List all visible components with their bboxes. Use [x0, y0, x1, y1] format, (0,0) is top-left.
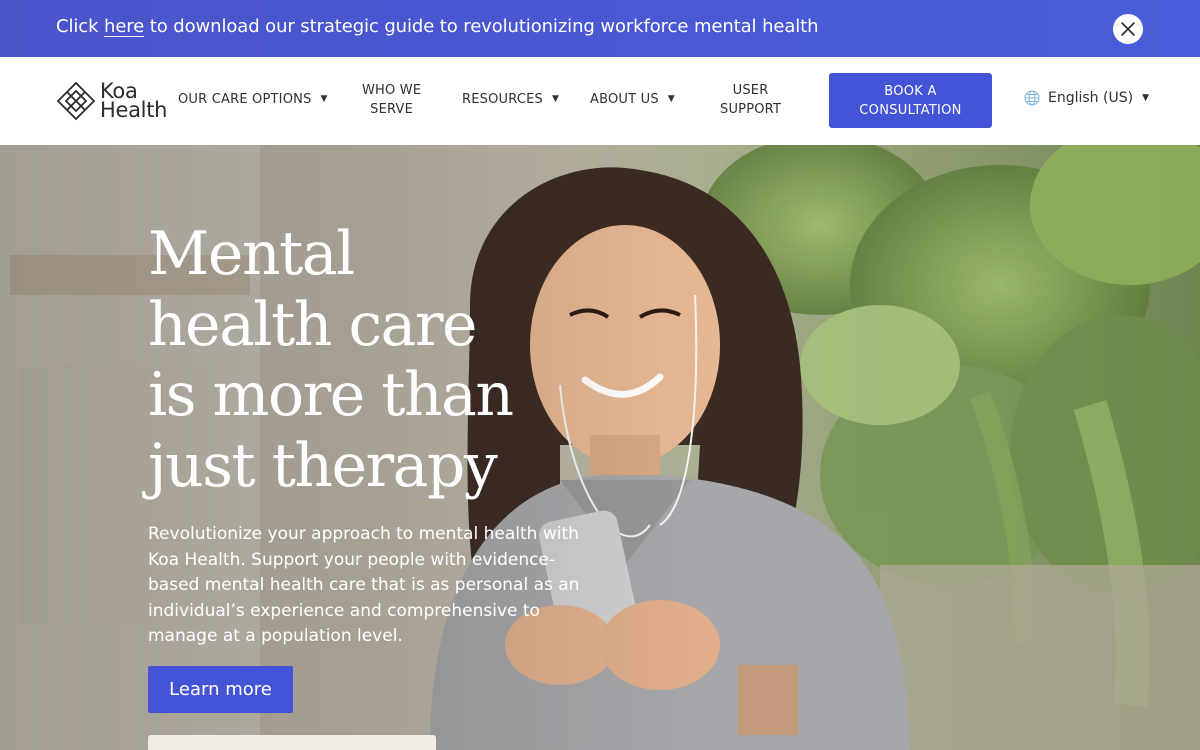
chevron-down-icon: ▼ [551, 94, 560, 104]
hero-title: Mental health care is more than just the… [148, 219, 568, 501]
nav-who-we-serve-line-2: SERVE [370, 102, 414, 117]
hero-title-line: is more than [148, 360, 514, 430]
hero-bottom-card [148, 735, 436, 750]
language-selector[interactable]: English (US) ▼ [1024, 90, 1149, 106]
nav-user-support-line-1: USER [732, 83, 769, 98]
chevron-down-icon: ▼ [1142, 93, 1149, 103]
chevron-down-icon: ▼ [667, 94, 675, 104]
book-consultation-line-1: BOOK A [884, 83, 937, 99]
nav-resources[interactable]: RESOURCES ▼ [462, 90, 559, 109]
nav-our-care-options[interactable]: OUR CARE OPTIONS ▼ [178, 90, 328, 109]
book-consultation-button[interactable]: BOOK A CONSULTATION [829, 73, 992, 128]
koa-logo-mark-icon [56, 81, 96, 121]
nav-who-we-serve-line-1: WHO WE [362, 83, 422, 98]
hero-title-line: just therapy [148, 430, 498, 501]
banner-suffix: to download our strategic guide to revol… [144, 16, 819, 37]
hero-description: Revolutionize your approach to mental he… [148, 524, 580, 646]
chevron-down-icon: ▼ [320, 94, 328, 104]
globe-icon [1024, 90, 1040, 106]
koa-health-logo[interactable]: Koa Health [56, 80, 167, 122]
nav-our-care-options-label: OUR CARE OPTIONS [178, 92, 312, 107]
hero-title-line: Mental [148, 219, 355, 289]
banner-download-link[interactable]: here [104, 16, 144, 37]
logo-wordmark: Koa Health [100, 81, 168, 122]
logo-line-2: Health [100, 98, 168, 122]
banner-text: Click here to download our strategic gui… [56, 16, 819, 37]
hero-title-line: health care [148, 289, 478, 360]
nav-resources-label: RESOURCES [462, 92, 543, 107]
banner-close-button[interactable] [1113, 14, 1143, 44]
hero-section: Mental health care is more than just the… [0, 145, 1200, 750]
nav-who-we-serve[interactable]: WHO WE SERVE [362, 81, 421, 119]
close-icon [1121, 22, 1135, 36]
announcement-banner: Click here to download our strategic gui… [0, 0, 1200, 57]
book-consultation-line-2: CONSULTATION [859, 102, 962, 118]
site-header: Koa Health OUR CARE OPTIONS ▼ WHO WE SER… [0, 57, 1200, 145]
nav-about-us-label: ABOUT US [590, 92, 659, 107]
banner-prefix: Click [56, 16, 105, 37]
nav-about-us[interactable]: ABOUT US ▼ [590, 90, 675, 109]
language-label: English (US) [1048, 90, 1134, 106]
learn-more-button[interactable]: Learn more [148, 666, 293, 713]
nav-user-support-line-2: SUPPORT [720, 102, 782, 117]
nav-user-support[interactable]: USER SUPPORT [720, 81, 781, 119]
